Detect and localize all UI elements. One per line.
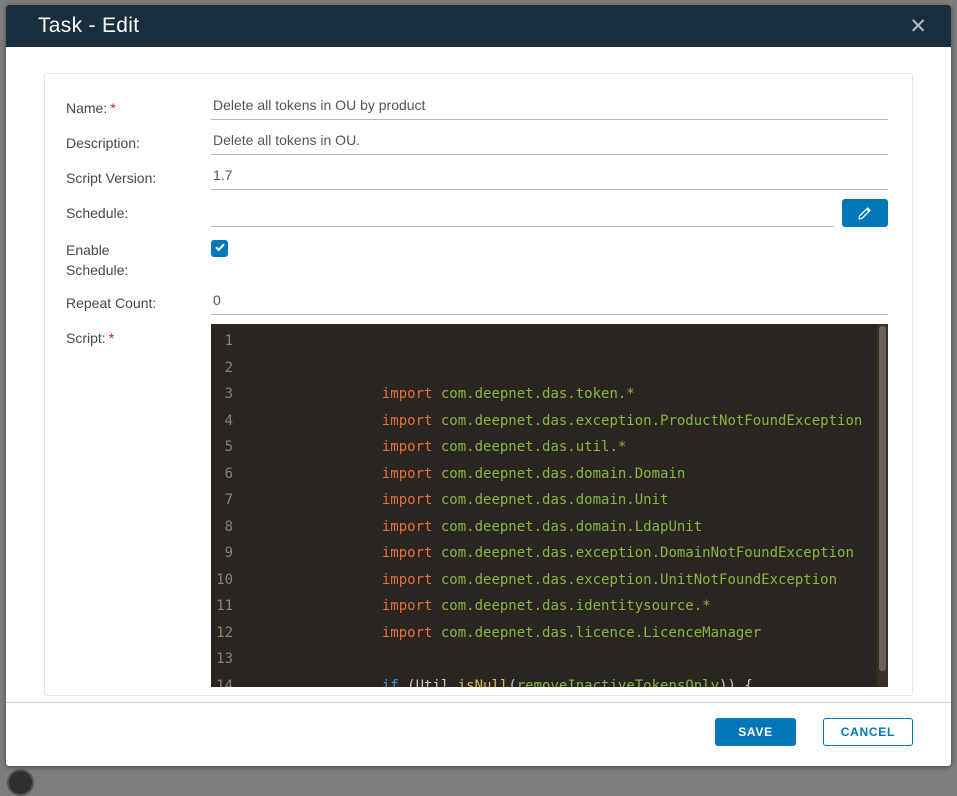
code-line: 5 import com.deepnet.das.util.* [211,434,888,461]
line-number: 7 [224,492,233,508]
code-line: 2 [211,355,888,382]
line-number: 14 [216,677,233,688]
code-line: 9 import com.deepnet.das.exception.Domai… [211,540,888,567]
pencil-icon [857,205,873,221]
code-lines: 123 import com.deepnet.das.token.* 4 impo… [211,328,888,687]
code-text: import com.deepnet.das.exception.UnitNot… [381,571,838,588]
modal-footer: SAVE CANCEL [6,702,951,766]
task-edit-modal: Task - Edit ✕ Name:* Description: Script… [6,5,951,766]
code-line: 10 import com.deepnet.das.exception.Unit… [211,567,888,594]
repeat-count-input[interactable] [211,289,888,315]
code-text: import com.deepnet.das.domain.LdapUnit [381,518,703,535]
line-number: 10 [216,571,233,588]
description-input[interactable] [211,129,888,155]
code-text: import com.deepnet.das.domain.Domain [381,465,686,482]
line-number: 6 [224,465,233,482]
close-icon[interactable]: ✕ [903,14,933,39]
code-line: 6 import com.deepnet.das.domain.Domain [211,461,888,488]
script-code-editor[interactable]: 123 import com.deepnet.das.token.* 4 impo… [211,324,888,687]
line-number: 12 [216,624,233,641]
code-line: 1 [211,328,888,355]
modal-header: Task - Edit ✕ [6,5,951,47]
required-marker: * [110,100,116,116]
code-text: import com.deepnet.das.exception.Product… [381,412,863,429]
repeat-count-row: Repeat Count: [66,289,888,315]
code-text: if (Util.isNull(removeInactiveTokensOnly… [381,677,753,688]
code-text: import com.deepnet.das.licence.LicenceMa… [381,624,762,641]
line-number: 1 [224,333,233,349]
line-number: 13 [216,651,233,667]
code-line: 3 import com.deepnet.das.token.* [211,381,888,408]
line-number: 2 [224,359,233,376]
editor-scrollbar-track[interactable] [877,324,888,687]
required-marker: * [108,330,115,346]
code-text: import com.deepnet.das.util.* [381,439,627,455]
schedule-label: Schedule: [66,205,129,221]
name-row: Name: * [66,94,888,120]
line-number: 3 [224,386,233,402]
script-version-row: Script Version: [66,164,888,190]
modal-body: Name:* Description: Script Version: Sche… [6,47,951,702]
description-label: Description: [66,135,140,151]
form-card: Name:* Description: Script Version: Sche… [44,73,913,696]
description-row: Description: [66,129,888,155]
enable-schedule-checkbox[interactable] [211,240,228,257]
schedule-input[interactable] [211,201,834,227]
script-version-label: Script Version: [66,170,157,186]
repeat-count-label: Repeat Count: [66,295,157,311]
save-button[interactable]: SAVE [715,717,796,746]
line-number: 4 [224,412,233,429]
enable-schedule-row: Enable Schedule: [66,236,888,280]
code-text: import com.deepnet.das.identitysource.* [381,598,711,614]
line-number: 5 [224,439,233,455]
editor-scrollbar-thumb[interactable] [879,326,886,671]
code-text: import com.deepnet.das.domain.Unit [381,492,669,508]
line-number: 8 [224,518,233,535]
code-line: 4 import com.deepnet.das.exception.Produ… [211,408,888,435]
line-number: 9 [224,545,233,561]
name-input[interactable] [211,94,888,120]
code-line: 11 import com.deepnet.das.identitysource… [211,593,888,620]
edit-schedule-button[interactable] [842,199,888,227]
code-line: 13 [211,646,888,673]
name-label: Name: * [66,100,116,116]
script-row: Script: * 123 import com.deepnet.das.toke… [66,324,888,687]
code-text: import com.deepnet.das.exception.DomainN… [381,545,854,561]
modal-title: Task - Edit [38,14,140,37]
code-text: import com.deepnet.das.token.* [381,386,635,402]
script-label: Script: * [66,330,115,346]
code-line: 12 import com.deepnet.das.licence.Licenc… [211,620,888,647]
check-icon [214,240,226,258]
cancel-button[interactable]: CANCEL [822,717,913,746]
code-line: 14 if (Util.isNull(removeInactiveTokensO… [211,673,888,688]
schedule-row: Schedule: [66,199,888,227]
line-number: 11 [216,598,233,614]
enable-schedule-label: Enable Schedule: [66,242,129,278]
code-line: 8 import com.deepnet.das.domain.LdapUnit [211,514,888,541]
corner-widget[interactable] [7,769,34,796]
script-version-input[interactable] [211,164,888,190]
code-line: 7 import com.deepnet.das.domain.Unit [211,487,888,514]
